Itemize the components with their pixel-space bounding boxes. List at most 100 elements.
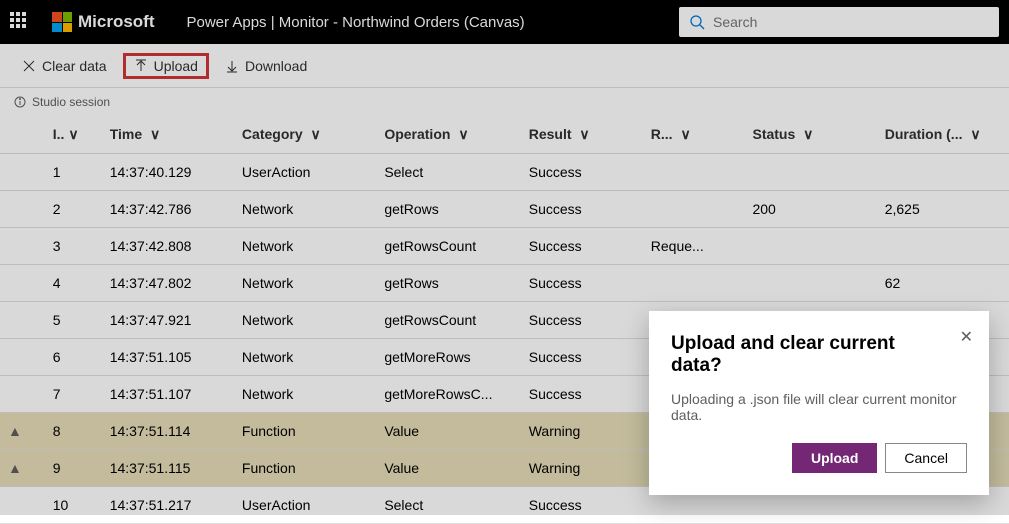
cell-time: 14:37:51.107 [102, 376, 234, 413]
cell-r [643, 191, 745, 228]
cell-operation: getMoreRows [376, 339, 520, 376]
cell-category: Network [234, 228, 376, 265]
cell-result: Warning [521, 450, 643, 487]
close-icon[interactable]: ✕ [960, 327, 973, 347]
table-row[interactable]: 314:37:42.808NetworkgetRowsCountSuccessR… [0, 228, 1009, 265]
search-icon [689, 14, 705, 30]
chevron-down-icon: ∨ [680, 126, 690, 143]
warning-icon: ▲ [8, 460, 22, 476]
cell-result: Success [521, 339, 643, 376]
cell-time: 14:37:51.115 [102, 450, 234, 487]
waffle-icon[interactable] [10, 12, 30, 32]
cell-time: 14:37:51.105 [102, 339, 234, 376]
col-category[interactable]: Category ∨ [234, 116, 376, 154]
cell-status [744, 265, 876, 302]
col-id[interactable]: I..∨ [45, 116, 102, 154]
cell-duration: 62 [877, 265, 1009, 302]
cell-r [643, 154, 745, 191]
cell-result: Success [521, 302, 643, 339]
cell-category: Network [234, 191, 376, 228]
cell-time: 14:37:40.129 [102, 154, 234, 191]
chevron-down-icon: ∨ [458, 126, 468, 143]
cell-result: Warning [521, 413, 643, 450]
cell-operation: Select [376, 487, 520, 524]
cell-operation: getMoreRowsC... [376, 376, 520, 413]
cell-r: Reque... [643, 228, 745, 265]
col-duration[interactable]: Duration (... ∨ [877, 116, 1009, 154]
close-icon [22, 59, 36, 73]
cell-category: UserAction [234, 487, 376, 524]
cell-operation: Select [376, 154, 520, 191]
upload-dialog: ✕ Upload and clear current data? Uploadi… [649, 311, 989, 495]
microsoft-logo: Microsoft [52, 12, 155, 32]
cell-category: Network [234, 376, 376, 413]
cell-id: 10 [45, 487, 102, 524]
cell-status: 200 [744, 191, 876, 228]
cell-status [744, 154, 876, 191]
cell-time: 14:37:47.802 [102, 265, 234, 302]
cell-time: 14:37:42.786 [102, 191, 234, 228]
cell-operation: Value [376, 413, 520, 450]
search-input[interactable] [713, 14, 989, 30]
col-r[interactable]: R... ∨ [643, 116, 745, 154]
cell-duration [877, 228, 1009, 265]
warning-icon: ▲ [8, 423, 22, 439]
cell-id: 4 [45, 265, 102, 302]
clear-data-button[interactable]: Clear data [14, 54, 115, 78]
cell-category: Network [234, 265, 376, 302]
cell-category: Network [234, 302, 376, 339]
cell-operation: getRows [376, 191, 520, 228]
col-operation[interactable]: Operation ∨ [376, 116, 520, 154]
cell-result: Success [521, 376, 643, 413]
cell-duration: 2,625 [877, 191, 1009, 228]
breadcrumb: Power Apps | Monitor - Northwind Orders … [187, 14, 525, 31]
cell-id: 3 [45, 228, 102, 265]
cell-duration [877, 154, 1009, 191]
cell-id: 2 [45, 191, 102, 228]
cell-id: 5 [45, 302, 102, 339]
cell-id: 1 [45, 154, 102, 191]
download-button[interactable]: Download [217, 54, 315, 78]
cell-category: Network [234, 339, 376, 376]
cell-time: 14:37:51.114 [102, 413, 234, 450]
col-result[interactable]: Result ∨ [521, 116, 643, 154]
cell-time: 14:37:42.808 [102, 228, 234, 265]
cell-result: Success [521, 265, 643, 302]
app-header: Microsoft Power Apps | Monitor - Northwi… [0, 0, 1009, 44]
chevron-down-icon: ∨ [150, 126, 160, 143]
download-icon [225, 59, 239, 73]
cell-category: Function [234, 450, 376, 487]
cell-operation: getRowsCount [376, 228, 520, 265]
col-time[interactable]: Time ∨ [102, 116, 234, 154]
table-row[interactable]: 214:37:42.786NetworkgetRowsSuccess 2002,6… [0, 191, 1009, 228]
cell-id: 9 [45, 450, 102, 487]
brand-text: Microsoft [78, 12, 155, 32]
cell-id: 7 [45, 376, 102, 413]
cell-id: 8 [45, 413, 102, 450]
cell-category: Function [234, 413, 376, 450]
chevron-down-icon: ∨ [68, 126, 78, 143]
info-icon [14, 96, 26, 108]
cell-operation: Value [376, 450, 520, 487]
cell-r [643, 265, 745, 302]
chevron-down-icon: ∨ [803, 126, 813, 143]
col-status[interactable]: Status ∨ [744, 116, 876, 154]
chevron-down-icon: ∨ [970, 126, 980, 143]
table-row[interactable]: 114:37:40.129UserActionSelectSuccess [0, 154, 1009, 191]
search-box[interactable] [679, 7, 999, 37]
cell-operation: getRows [376, 265, 520, 302]
chevron-down-icon: ∨ [311, 126, 321, 143]
dialog-upload-button[interactable]: Upload [792, 443, 877, 473]
upload-icon [134, 59, 148, 73]
cell-result: Success [521, 154, 643, 191]
col-warn[interactable] [0, 116, 45, 154]
table-row[interactable]: 414:37:47.802NetworkgetRowsSuccess 62 [0, 265, 1009, 302]
cell-time: 14:37:47.921 [102, 302, 234, 339]
upload-button[interactable]: Upload [123, 53, 209, 79]
dialog-cancel-button[interactable]: Cancel [885, 443, 967, 473]
dialog-body: Uploading a .json file will clear curren… [671, 391, 967, 423]
cell-operation: getRowsCount [376, 302, 520, 339]
cell-result: Success [521, 191, 643, 228]
cell-id: 6 [45, 339, 102, 376]
cell-result: Success [521, 487, 643, 524]
